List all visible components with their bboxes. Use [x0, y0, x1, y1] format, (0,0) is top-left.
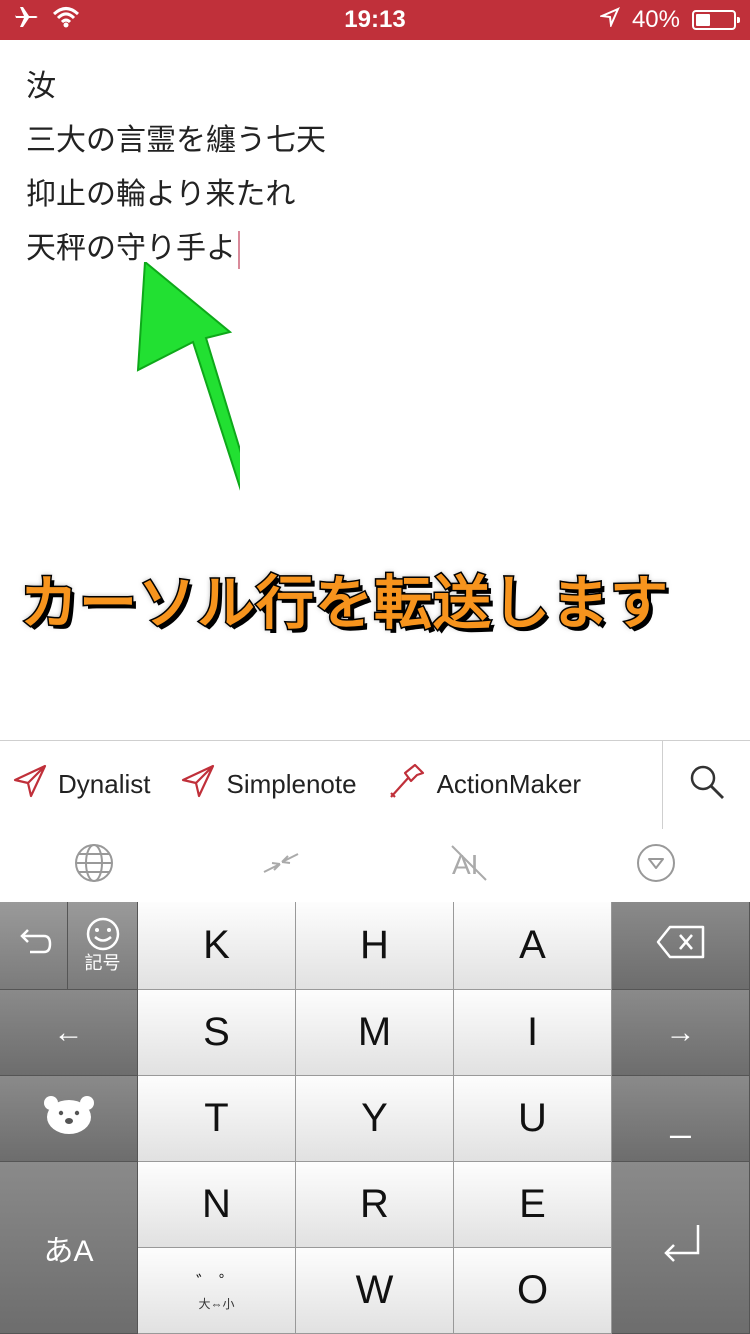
wifi-icon — [52, 6, 80, 35]
airplane-icon — [14, 6, 40, 35]
keyboard: 記号 K H A ← S M I → T Y U _ あA N R E ゛ ゜ … — [0, 902, 750, 1334]
action-simplenote-label: Simplenote — [226, 769, 357, 799]
return-key[interactable] — [612, 1162, 750, 1334]
action-bar: Dynalist Simplenote ActionMaker — [0, 740, 750, 829]
key-s[interactable]: S — [138, 990, 296, 1076]
key-a[interactable]: A — [454, 902, 612, 990]
key-y[interactable]: Y — [296, 1076, 454, 1162]
right-arrow-key[interactable]: → — [612, 990, 750, 1076]
backspace-key[interactable] — [612, 902, 750, 990]
send-icon — [180, 763, 216, 806]
dakuten-key[interactable]: ゛ ゜ 大⇔小 — [138, 1248, 296, 1334]
dakuten-label: ゛ ゜ — [195, 1273, 237, 1293]
left-arrow-key[interactable]: ← — [0, 990, 138, 1076]
input-mode-key[interactable]: あA — [0, 1162, 138, 1334]
key-i[interactable]: I — [454, 990, 612, 1076]
action-dynalist[interactable]: Dynalist — [0, 741, 150, 828]
text-line: 汝 — [26, 69, 56, 104]
key-h[interactable]: H — [296, 902, 454, 990]
key-m[interactable]: M — [296, 990, 454, 1076]
svg-text:AI: AI — [452, 849, 478, 880]
key-w[interactable]: W — [296, 1248, 454, 1334]
status-bar: 19:13 40% — [0, 0, 750, 40]
battery-percent: 40% — [631, 6, 680, 33]
search-icon — [688, 763, 726, 808]
kigou-label: 記号 — [84, 953, 121, 973]
text-line: 三大の言霊を纏う七天 — [26, 123, 326, 158]
bear-icon — [39, 1093, 99, 1145]
swap-arrows-icon[interactable] — [260, 842, 302, 888]
keyboard-toolbar: AI — [0, 828, 750, 902]
key-k[interactable]: K — [138, 902, 296, 990]
undo-icon — [14, 922, 54, 970]
key-r[interactable]: R — [296, 1162, 454, 1248]
emoji-bear-key[interactable] — [0, 1076, 138, 1162]
location-icon — [598, 6, 620, 34]
key-t[interactable]: T — [138, 1076, 296, 1162]
hammer-icon — [387, 761, 427, 808]
kigou-key[interactable]: 記号 — [68, 902, 138, 990]
key-n[interactable]: N — [138, 1162, 296, 1248]
key-u[interactable]: U — [454, 1076, 612, 1162]
search-button[interactable] — [662, 741, 750, 829]
hide-keyboard-icon[interactable] — [635, 842, 677, 888]
underscore-key[interactable]: _ — [612, 1076, 750, 1162]
annotation-arrow-icon — [136, 262, 240, 491]
action-actionmaker[interactable]: ActionMaker — [357, 741, 582, 828]
globe-icon[interactable] — [73, 842, 115, 888]
send-icon — [12, 763, 48, 806]
action-dynalist-label: Dynalist — [58, 769, 151, 799]
key-e[interactable]: E — [454, 1162, 612, 1248]
key-o[interactable]: O — [454, 1248, 612, 1334]
dakuten-sublabel: 大⇔小 — [198, 1297, 235, 1311]
text-line: 抑止の輪より来たれ — [26, 177, 296, 212]
action-simplenote[interactable]: Simplenote — [150, 741, 357, 828]
action-actionmaker-label: ActionMaker — [436, 769, 582, 799]
ai-off-icon[interactable]: AI — [448, 842, 490, 888]
text-line-current-text: 天秤の守り手よ — [26, 231, 236, 266]
undo-key[interactable] — [0, 902, 68, 990]
annotation-caption: カーソル行を転送します — [19, 568, 670, 639]
return-icon — [656, 1219, 706, 1277]
backspace-icon — [656, 925, 706, 967]
battery-icon — [692, 10, 740, 30]
